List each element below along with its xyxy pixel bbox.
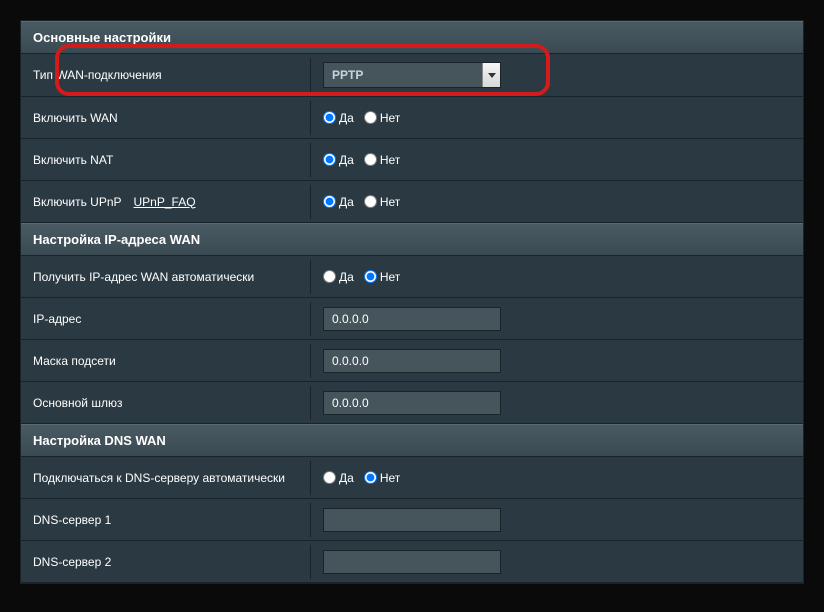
dns-header: Настройка DNS WAN <box>21 424 803 457</box>
dns1-label: DNS-сервер 1 <box>21 503 311 537</box>
wan-type-select-value: PPTP <box>323 62 501 88</box>
enable-upnp-no-label[interactable]: Нет <box>380 195 400 209</box>
enable-upnp-label: Включить UPnP <box>33 195 122 209</box>
wan-type-select[interactable]: PPTP <box>323 62 501 88</box>
auto-ip-yes-radio[interactable] <box>323 270 336 283</box>
wan-type-label: Тип WAN-подключения <box>21 58 311 92</box>
enable-nat-label: Включить NAT <box>21 143 311 177</box>
wan-ip-header: Настройка IP-адреса WAN <box>21 223 803 256</box>
subnet-mask-input[interactable] <box>323 349 501 373</box>
dns2-label: DNS-сервер 2 <box>21 545 311 579</box>
enable-wan-no-label[interactable]: Нет <box>380 111 400 125</box>
auto-dns-row: Подключаться к DNS-серверу автоматически… <box>21 457 803 499</box>
wan-type-row: Тип WAN-подключения PPTP <box>21 54 803 97</box>
auto-dns-yes-label[interactable]: Да <box>339 471 354 485</box>
auto-dns-radio-group: Да Нет <box>323 471 406 485</box>
gateway-label: Основной шлюз <box>21 386 311 420</box>
auto-ip-no-label[interactable]: Нет <box>380 270 400 284</box>
dns1-input[interactable] <box>323 508 501 532</box>
enable-wan-radio-group: Да Нет <box>323 111 406 125</box>
auto-dns-label: Подключаться к DNS-серверу автоматически <box>21 461 311 495</box>
enable-upnp-yes-radio[interactable] <box>323 195 336 208</box>
auto-ip-row: Получить IP-адрес WAN автоматически Да Н… <box>21 256 803 298</box>
enable-nat-yes-radio[interactable] <box>323 153 336 166</box>
ip-address-row: IP-адрес <box>21 298 803 340</box>
auto-ip-label: Получить IP-адрес WAN автоматически <box>21 260 311 294</box>
auto-dns-no-label[interactable]: Нет <box>380 471 400 485</box>
enable-wan-label: Включить WAN <box>21 101 311 135</box>
ip-address-input[interactable] <box>323 307 501 331</box>
enable-wan-no-radio[interactable] <box>364 111 377 124</box>
enable-wan-row: Включить WAN Да Нет <box>21 97 803 139</box>
enable-nat-no-radio[interactable] <box>364 153 377 166</box>
enable-upnp-row: Включить UPnP UPnP_FAQ Да Нет <box>21 181 803 223</box>
auto-ip-no-radio[interactable] <box>364 270 377 283</box>
auto-dns-no-radio[interactable] <box>364 471 377 484</box>
enable-nat-radio-group: Да Нет <box>323 153 406 167</box>
enable-nat-no-label[interactable]: Нет <box>380 153 400 167</box>
enable-upnp-yes-label[interactable]: Да <box>339 195 354 209</box>
ip-address-label: IP-адрес <box>21 302 311 336</box>
auto-dns-yes-radio[interactable] <box>323 471 336 484</box>
dns2-input[interactable] <box>323 550 501 574</box>
subnet-mask-label: Маска подсети <box>21 344 311 378</box>
dns2-row: DNS-сервер 2 <box>21 541 803 583</box>
auto-ip-radio-group: Да Нет <box>323 270 406 284</box>
upnp-faq-link[interactable]: UPnP_FAQ <box>134 195 196 209</box>
enable-nat-yes-label[interactable]: Да <box>339 153 354 167</box>
enable-nat-row: Включить NAT Да Нет <box>21 139 803 181</box>
dns-section: Настройка DNS WAN Подключаться к DNS-сер… <box>21 424 803 583</box>
subnet-mask-row: Маска подсети <box>21 340 803 382</box>
gateway-input[interactable] <box>323 391 501 415</box>
basic-settings-section: Основные настройки Тип WAN-подключения P… <box>21 21 803 223</box>
enable-wan-yes-radio[interactable] <box>323 111 336 124</box>
enable-wan-yes-label[interactable]: Да <box>339 111 354 125</box>
wan-ip-section: Настройка IP-адреса WAN Получить IP-адре… <box>21 223 803 424</box>
auto-ip-yes-label[interactable]: Да <box>339 270 354 284</box>
enable-upnp-no-radio[interactable] <box>364 195 377 208</box>
enable-upnp-radio-group: Да Нет <box>323 195 406 209</box>
basic-settings-header: Основные настройки <box>21 21 803 54</box>
settings-panel: Основные настройки Тип WAN-подключения P… <box>20 20 804 584</box>
gateway-row: Основной шлюз <box>21 382 803 424</box>
dns1-row: DNS-сервер 1 <box>21 499 803 541</box>
